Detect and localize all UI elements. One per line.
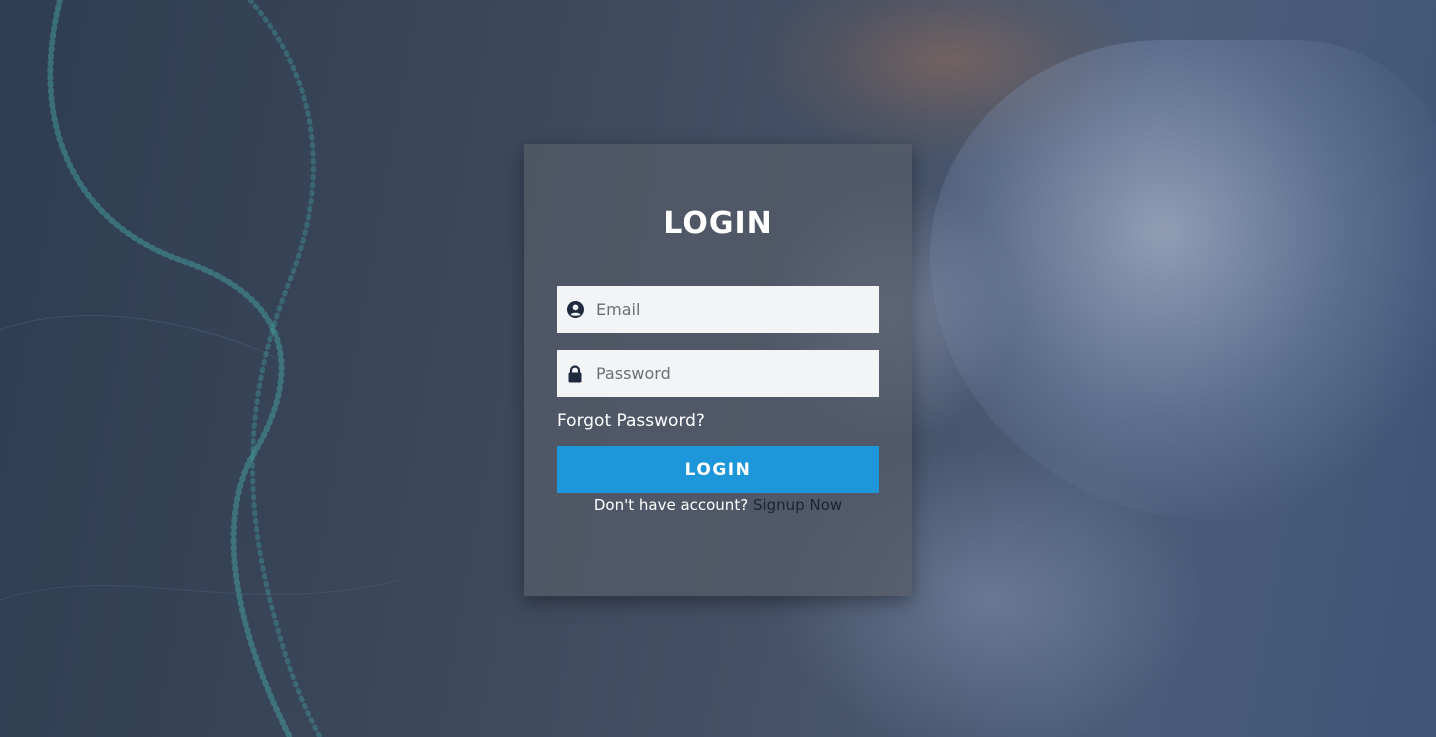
background-glove-right [930,40,1436,520]
password-input[interactable] [594,363,868,384]
dna-helix-decoration [0,0,401,737]
email-input[interactable] [594,299,868,320]
no-account-text: Don't have account? [593,496,749,514]
lock-icon [566,364,584,383]
login-button[interactable]: LOGIN [557,446,879,493]
signup-prompt: Don't have account? Signup Now [557,496,879,514]
signup-link[interactable]: Signup Now [753,496,842,514]
password-field[interactable] [557,350,879,397]
forgot-password-link[interactable]: Forgot Password? [557,411,705,431]
user-circle-icon [566,301,584,319]
login-title: LOGIN [663,206,773,241]
email-field[interactable] [557,286,879,333]
